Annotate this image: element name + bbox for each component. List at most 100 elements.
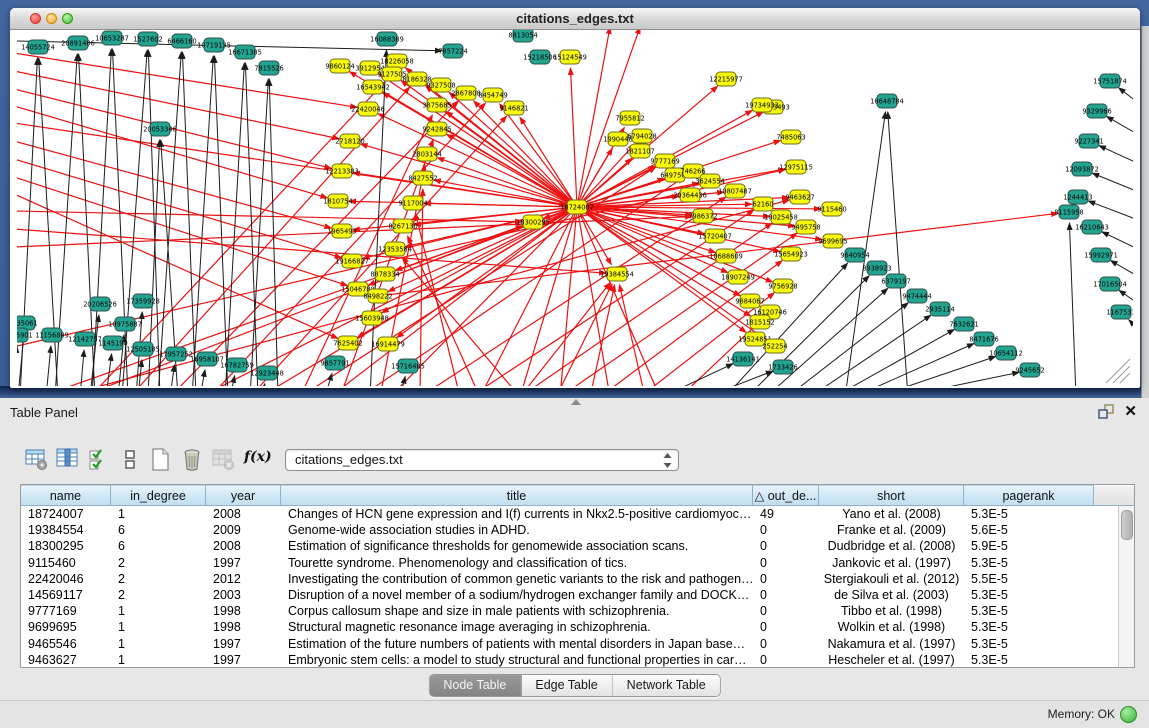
table-row[interactable]: 1830029562008Estimation of significance …: [21, 538, 1119, 554]
graph-node-selected[interactable]: 9463627: [785, 190, 814, 204]
column-header-name[interactable]: name: [21, 485, 111, 506]
graph-node[interactable]: 17359928: [126, 294, 160, 308]
graph-node[interactable]: 6379197: [881, 274, 910, 288]
cell-in_degree[interactable]: 2: [111, 555, 206, 571]
cell-year[interactable]: 2003: [206, 587, 281, 603]
cell-title[interactable]: Estimation of significance thresholds fo…: [281, 538, 753, 554]
graph-node-selected[interactable]: 16914479: [371, 337, 405, 351]
graph-node-selected[interactable]: 62160: [753, 197, 774, 211]
cell-short[interactable]: Jankovic et al. (1997): [819, 555, 964, 571]
graph-node-selected[interactable]: 9146821: [499, 101, 528, 115]
cell-year[interactable]: 2012: [206, 571, 281, 587]
cell-in_degree[interactable]: 1: [111, 506, 206, 522]
table-options-icon[interactable]: [25, 448, 49, 472]
cell-short[interactable]: Nakamura et al. (1997): [819, 636, 964, 652]
graph-node-selected[interactable]: 9115460: [817, 202, 846, 216]
graph-node[interactable]: 16671385: [228, 45, 262, 59]
float-panel-icon[interactable]: [1098, 404, 1115, 420]
cell-title[interactable]: Disruption of a novel member of a sodium…: [281, 587, 753, 603]
show-columns-icon[interactable]: [56, 448, 80, 472]
graph-node[interactable]: 12505185: [126, 342, 160, 356]
cell-title[interactable]: Tourette syndrome. Phenomenology and cla…: [281, 555, 753, 571]
graph-node-selected[interactable]: 3875685: [422, 98, 451, 112]
graph-node-selected[interactable]: 1810754: [323, 194, 352, 208]
cell-year[interactable]: 2009: [206, 522, 281, 538]
cell-name[interactable]: 18724007: [21, 506, 111, 522]
cell-pagerank[interactable]: 5.6E-5: [964, 522, 1094, 538]
cell-in_degree[interactable]: 2: [111, 587, 206, 603]
graph-node[interactable]: 10654112: [989, 346, 1023, 360]
cell-in_degree[interactable]: 1: [111, 652, 206, 667]
table-row[interactable]: 1456911722003Disruption of a novel membe…: [21, 587, 1119, 603]
graph-node[interactable]: 8813054: [508, 30, 537, 42]
cell-year[interactable]: 1997: [206, 555, 281, 571]
graph-node[interactable]: 8115958: [1054, 205, 1083, 219]
table-row[interactable]: 946362711997Embryonic stem cells: a mode…: [21, 652, 1119, 667]
graph-node[interactable]: 16782759: [220, 358, 254, 372]
cell-name[interactable]: 18300295: [21, 538, 111, 554]
cell-title[interactable]: Embryonic stem cells: a model to study s…: [281, 652, 753, 667]
graph-node-selected[interactable]: 10807487: [718, 184, 752, 198]
cell-title[interactable]: Structural magnetic resonance image aver…: [281, 619, 753, 635]
cell-year[interactable]: 2008: [206, 506, 281, 522]
graph-node[interactable]: 7632621: [949, 317, 978, 331]
tab-network-table[interactable]: Network Table: [613, 675, 720, 696]
cell-pagerank[interactable]: 5.3E-5: [964, 587, 1094, 603]
cell-name[interactable]: 9115460: [21, 555, 111, 571]
graph-node-selected[interactable]: 20364436: [673, 188, 707, 202]
graph-node[interactable]: 20053346: [143, 122, 177, 136]
cell-in_degree[interactable]: 6: [111, 522, 206, 538]
graph-node[interactable]: 16088389: [370, 32, 404, 46]
table-row[interactable]: 977716911998Corpus callosum shape and si…: [21, 603, 1119, 619]
graph-node[interactable]: 15218506: [523, 50, 557, 64]
cell-pagerank[interactable]: 5.3E-5: [964, 619, 1094, 635]
table-vertical-scrollbar[interactable]: [1118, 506, 1134, 667]
cell-pagerank[interactable]: 5.3E-5: [964, 636, 1094, 652]
table-row[interactable]: 911546021997Tourette syndrome. Phenomeno…: [21, 555, 1119, 571]
graph-node-selected[interactable]: 8267130: [388, 219, 417, 233]
column-header-short[interactable]: short: [819, 485, 964, 506]
cell-out_de[interactable]: 0: [753, 538, 819, 554]
graph-node[interactable]: 20891406: [61, 36, 95, 50]
cell-name[interactable]: 9777169: [21, 603, 111, 619]
cell-short[interactable]: Wolkin et al. (1998): [819, 619, 964, 635]
cell-in_degree[interactable]: 2: [111, 571, 206, 587]
table-row[interactable]: 2242004622012Investigating the contribut…: [21, 571, 1119, 587]
graph-node-selected[interactable]: 1965493: [327, 224, 356, 238]
scrollbar-thumb[interactable]: [1121, 510, 1133, 540]
table-selector[interactable]: citations_edges.txt: [285, 449, 679, 471]
graph-node[interactable]: 9245652: [1015, 363, 1044, 377]
graph-node[interactable]: 2935114: [925, 302, 954, 316]
select-rows-icon[interactable]: [88, 448, 112, 472]
column-header-year[interactable]: year: [206, 485, 281, 506]
graph-node[interactable]: 20206526: [83, 297, 117, 311]
graph-node-selected[interactable]: 9495758: [791, 220, 820, 234]
cell-name[interactable]: 9699695: [21, 619, 111, 635]
panel-splitter-handle[interactable]: [571, 399, 581, 405]
row-height-icon[interactable]: [119, 448, 143, 472]
cell-pagerank[interactable]: 5.9E-5: [964, 538, 1094, 554]
graph-node-selected[interactable]: 2718120: [335, 134, 364, 148]
cell-in_degree[interactable]: 1: [111, 603, 206, 619]
close-panel-icon[interactable]: ✕: [1124, 404, 1137, 419]
cell-out_de[interactable]: 0: [753, 603, 819, 619]
graph-node[interactable]: 15992971: [1084, 248, 1118, 262]
cell-year[interactable]: 1997: [206, 652, 281, 667]
canvas-resize-grip[interactable]: [1106, 359, 1130, 383]
cell-title[interactable]: Corpus callosum shape and size in male p…: [281, 603, 753, 619]
graph-node-selected[interactable]: 12215977: [709, 72, 743, 86]
cell-name[interactable]: 22420046: [21, 571, 111, 587]
graph-node-selected[interactable]: 1821107: [625, 144, 654, 158]
graph-node-selected[interactable]: 15720407: [698, 229, 732, 243]
graph-node[interactable]: 1167533: [1106, 305, 1133, 319]
cell-short[interactable]: Yano et al. (2008): [819, 506, 964, 522]
cell-name[interactable]: 9463627: [21, 652, 111, 667]
graph-node[interactable]: 10975887: [108, 317, 142, 331]
column-header-in_degree[interactable]: in_degree: [111, 485, 206, 506]
column-header-out_de[interactable]: △ out_de...: [753, 485, 819, 506]
cell-out_de[interactable]: 0: [753, 555, 819, 571]
cell-out_de[interactable]: 0: [753, 652, 819, 667]
column-header-pagerank[interactable]: pagerank: [964, 485, 1094, 506]
cell-year[interactable]: 1997: [206, 636, 281, 652]
cell-pagerank[interactable]: 5.3E-5: [964, 603, 1094, 619]
